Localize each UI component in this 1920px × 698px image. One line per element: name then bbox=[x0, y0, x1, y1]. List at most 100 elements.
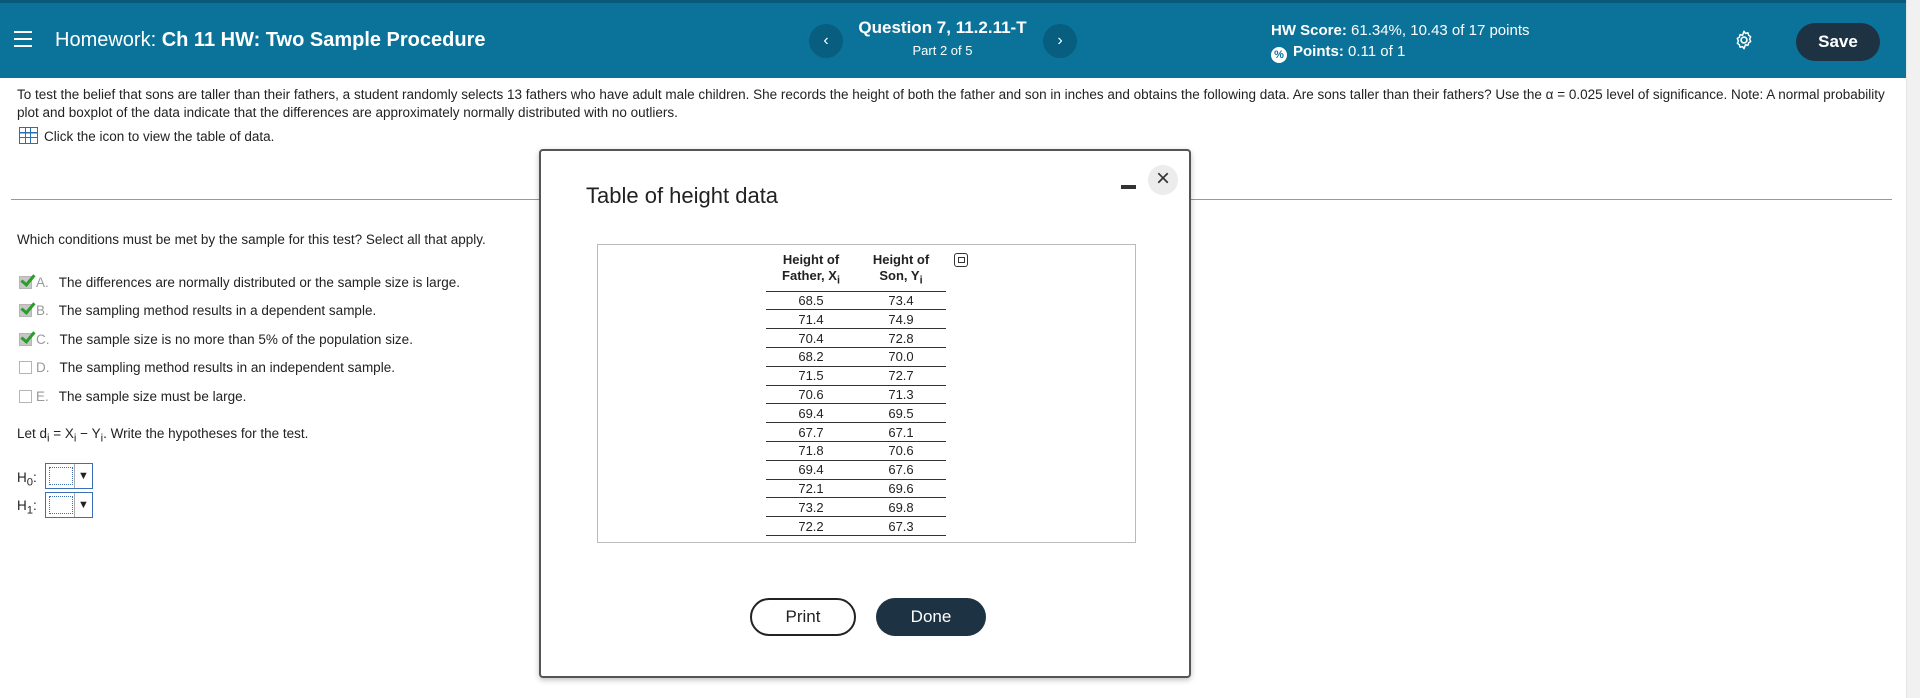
hw-score-label: HW Score: bbox=[1271, 22, 1347, 39]
option-d-text: The sampling method results in an indepe… bbox=[59, 360, 395, 375]
table-row: 71.5 72.7 bbox=[766, 366, 946, 386]
points-label: Points: bbox=[1293, 43, 1344, 60]
son-height-cell: 73.4 bbox=[856, 291, 946, 311]
option-b-text: The sampling method results in a depende… bbox=[58, 303, 377, 318]
hypotheses-instruction: Let di = Xi − Yi. Write the hypotheses f… bbox=[17, 426, 309, 445]
partial-credit-icon: % bbox=[1271, 47, 1287, 63]
table-row: 70.4 72.8 bbox=[766, 328, 946, 348]
father-height-cell: 72.1 bbox=[766, 479, 856, 499]
father-height-cell: 71.5 bbox=[766, 366, 856, 386]
option-d[interactable]: D. The sampling method results in an inde… bbox=[19, 360, 395, 375]
son-height-cell: 72.7 bbox=[856, 366, 946, 386]
points: % Points: 0.11 of 1 bbox=[1271, 43, 1405, 63]
father-height-cell: 69.4 bbox=[766, 460, 856, 480]
dropdown-arrow-icon[interactable]: ▼ bbox=[74, 493, 92, 517]
print-button[interactable]: Print bbox=[750, 598, 856, 636]
question-part: Part 2 of 5 bbox=[912, 43, 973, 58]
table-row: 72.2 67.3 bbox=[766, 516, 946, 536]
son-height-cell: 67.1 bbox=[856, 422, 946, 442]
option-c-checkbox[interactable] bbox=[19, 333, 32, 346]
father-height-cell: 67.7 bbox=[766, 422, 856, 442]
option-c[interactable]: C. The sample size is no more than 5% of … bbox=[19, 332, 413, 347]
copy-data-icon[interactable] bbox=[954, 253, 968, 267]
son-height-cell: 71.3 bbox=[856, 385, 946, 405]
option-b-letter: B. bbox=[36, 303, 49, 318]
close-icon[interactable]: × bbox=[1148, 165, 1178, 195]
father-height-cell: 70.4 bbox=[766, 328, 856, 348]
next-question-button[interactable]: › bbox=[1043, 24, 1077, 58]
h0-dropdown-field[interactable] bbox=[49, 467, 73, 485]
hw-score: HW Score: 61.34%, 10.43 of 17 points bbox=[1271, 22, 1530, 39]
points-value: 0.11 of 1 bbox=[1348, 43, 1406, 60]
settings-gear-icon[interactable] bbox=[1733, 29, 1755, 51]
option-c-letter: C. bbox=[36, 332, 50, 347]
father-height-cell: 70.6 bbox=[766, 385, 856, 405]
father-height-cell: 71.4 bbox=[766, 309, 856, 330]
father-height-cell: 73.2 bbox=[766, 497, 856, 518]
father-height-cell: 72.2 bbox=[766, 516, 856, 536]
table-row: 70.6 71.3 bbox=[766, 385, 946, 405]
view-table-link-text: Click the icon to view the table of data… bbox=[44, 129, 275, 144]
homework-title-name: Ch 11 HW: Two Sample Procedure bbox=[161, 29, 486, 51]
homework-title: Homework: Ch 11 HW: Two Sample Procedure bbox=[55, 29, 485, 52]
dropdown-arrow-icon[interactable]: ▼ bbox=[74, 464, 92, 488]
save-button[interactable]: Save bbox=[1796, 23, 1880, 61]
h1-dropdown-field[interactable] bbox=[49, 496, 73, 514]
minimize-icon[interactable] bbox=[1121, 178, 1136, 193]
table-icon[interactable] bbox=[19, 127, 38, 144]
view-table-link[interactable]: Click the icon to view the table of data… bbox=[19, 127, 274, 144]
son-height-cell: 70.0 bbox=[856, 347, 946, 367]
son-height-cell: 67.6 bbox=[856, 460, 946, 480]
hw-score-value: 61.34%, 10.43 of 17 points bbox=[1351, 22, 1530, 39]
option-a[interactable]: A. The differences are normally distribut… bbox=[19, 275, 460, 290]
option-b-checkbox[interactable] bbox=[19, 304, 32, 317]
son-height-cell: 72.8 bbox=[856, 328, 946, 348]
h1-label: H1: bbox=[17, 498, 37, 517]
table-row: 68.2 70.0 bbox=[766, 347, 946, 367]
table-row: 69.4 67.6 bbox=[766, 460, 946, 480]
son-height-cell: 74.9 bbox=[856, 309, 946, 330]
conditions-question: Which conditions must be met by the samp… bbox=[17, 232, 486, 247]
table-row: 68.5 73.4 bbox=[766, 291, 946, 311]
question-title: Question 7, 11.2.11-T bbox=[858, 18, 1027, 37]
option-e-text: The sample size must be large. bbox=[58, 389, 247, 404]
option-e-letter: E. bbox=[36, 389, 49, 404]
option-a-letter: A. bbox=[36, 275, 49, 290]
top-header: Homework: Ch 11 HW: Two Sample Procedure… bbox=[0, 0, 1906, 78]
father-height-cell: 69.4 bbox=[766, 403, 856, 424]
h0-dropdown[interactable]: ▼ bbox=[45, 463, 93, 489]
option-e-checkbox[interactable] bbox=[19, 390, 32, 403]
table-row: 69.4 69.5 bbox=[766, 403, 946, 424]
father-height-cell: 68.5 bbox=[766, 291, 856, 311]
h0-label: H0: bbox=[17, 470, 37, 489]
table-row: 67.7 67.1 bbox=[766, 422, 946, 442]
modal-title: Table of height data bbox=[586, 183, 779, 208]
table-row: 73.2 69.8 bbox=[766, 497, 946, 518]
option-a-checkbox[interactable] bbox=[19, 276, 32, 289]
son-height-cell: 69.8 bbox=[856, 497, 946, 518]
height-data-modal: Table of height data × Height of Father, … bbox=[539, 149, 1191, 678]
option-d-letter: D. bbox=[36, 360, 50, 375]
table-row: 72.1 69.6 bbox=[766, 479, 946, 499]
option-c-text: The sample size is no more than 5% of th… bbox=[59, 332, 413, 347]
father-height-cell: 71.8 bbox=[766, 441, 856, 461]
option-e[interactable]: E. The sample size must be large. bbox=[19, 389, 246, 404]
hamburger-menu-icon[interactable] bbox=[14, 31, 32, 47]
h1-dropdown[interactable]: ▼ bbox=[45, 492, 93, 518]
vertical-scrollbar[interactable] bbox=[1906, 0, 1920, 698]
option-b[interactable]: B. The sampling method results in a depen… bbox=[19, 303, 376, 318]
option-a-text: The differences are normally distributed… bbox=[58, 275, 460, 290]
son-height-cell: 69.6 bbox=[856, 479, 946, 499]
table-row: 71.8 70.6 bbox=[766, 441, 946, 461]
homework-title-prefix: Homework: bbox=[55, 29, 157, 51]
son-height-cell: 69.5 bbox=[856, 403, 946, 424]
column-header-son: Height of Son, Yi bbox=[856, 250, 946, 292]
option-d-checkbox[interactable] bbox=[19, 361, 32, 374]
problem-statement: To test the belief that sons are taller … bbox=[17, 87, 1885, 120]
father-height-cell: 68.2 bbox=[766, 347, 856, 367]
column-header-father: Height of Father, Xi bbox=[766, 250, 856, 292]
data-table-container: Height of Father, Xi Height of Son, Yi 68.… bbox=[597, 244, 1136, 543]
height-data-table: Height of Father, Xi Height of Son, Yi 68.… bbox=[766, 250, 946, 536]
done-button[interactable]: Done bbox=[876, 598, 986, 636]
son-height-cell: 70.6 bbox=[856, 441, 946, 461]
